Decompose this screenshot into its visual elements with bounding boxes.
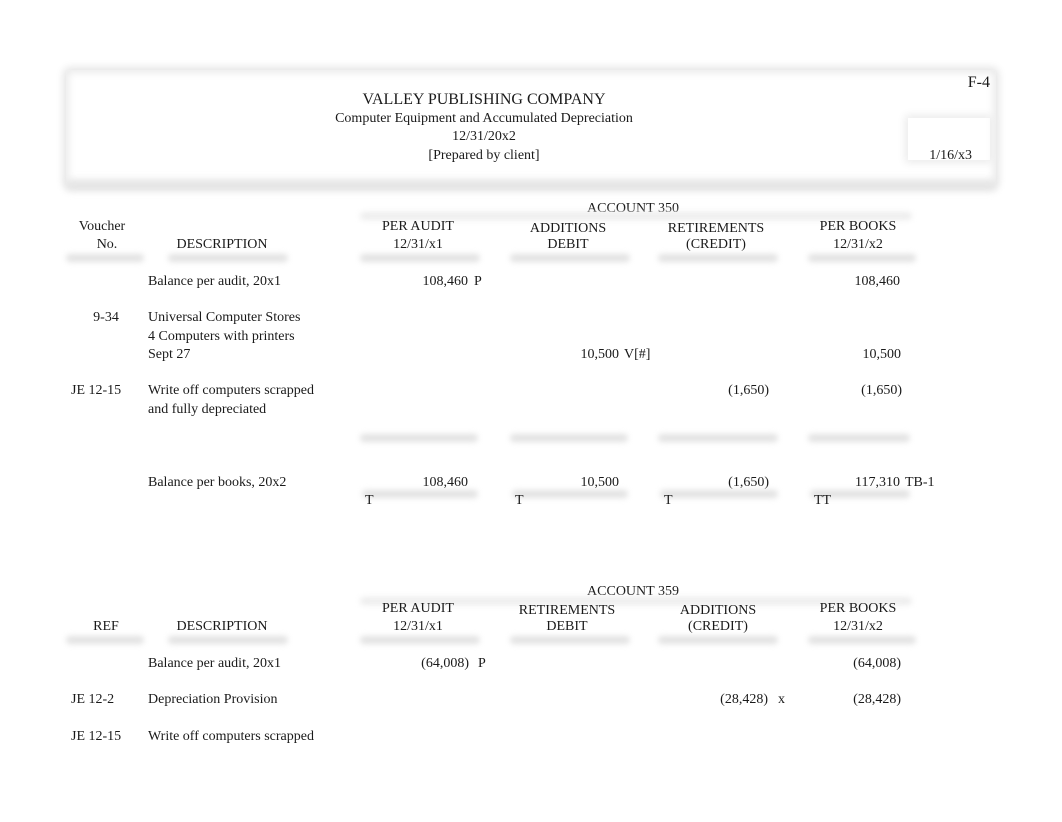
per-audit-value: (64,008) bbox=[421, 656, 469, 671]
col-header-retirements: RETIREMENTS bbox=[518, 603, 616, 618]
per-books-value: 10,500 bbox=[862, 347, 902, 362]
foot-tickmark: T bbox=[365, 493, 374, 508]
column-underline bbox=[808, 636, 916, 644]
row-description: Write off computers scrapped bbox=[148, 729, 314, 744]
total-per-books: 117,310 bbox=[855, 475, 900, 490]
workpaper-subtitle: Computer Equipment and Accumulated Depre… bbox=[335, 111, 633, 126]
col-header-per-books-date: 12/31/x2 bbox=[833, 237, 883, 252]
row-description: Balance per audit, 20x1 bbox=[148, 656, 281, 671]
col-header-per-audit: PER AUDIT bbox=[382, 601, 454, 616]
col-header-description: DESCRIPTION bbox=[176, 619, 268, 634]
col-header-debit: DEBIT bbox=[547, 237, 589, 252]
per-books-value: (28,428) bbox=[853, 692, 901, 707]
column-underline bbox=[360, 254, 480, 262]
row-ref: JE 12-15 bbox=[71, 383, 122, 398]
retirements-value: (1,650) bbox=[728, 383, 769, 398]
total-underline bbox=[512, 490, 628, 498]
per-books-value: (1,650) bbox=[861, 383, 902, 398]
col-header-per-books-date: 12/31/x2 bbox=[833, 619, 883, 634]
additions-value: (28,428) bbox=[720, 692, 768, 707]
per-audit-value: 108,460 bbox=[422, 274, 469, 289]
row-ref: JE 12-15 bbox=[71, 729, 122, 744]
col-header-ref: REF bbox=[93, 619, 119, 634]
foot-tickmark: T bbox=[515, 493, 524, 508]
col-header-description: DESCRIPTION bbox=[176, 237, 268, 252]
total-underline bbox=[660, 490, 778, 498]
tickmark: x bbox=[778, 692, 785, 707]
column-underline bbox=[658, 636, 778, 644]
per-books-value: (64,008) bbox=[853, 656, 901, 671]
col-header-retirements: RETIREMENTS bbox=[667, 221, 765, 236]
foot-tickmark: T bbox=[664, 493, 673, 508]
column-underline bbox=[168, 636, 288, 644]
workpaper-reference: F-4 bbox=[967, 74, 990, 91]
subtotal-underline bbox=[360, 434, 478, 442]
tickmark: V[#] bbox=[624, 347, 651, 362]
per-books-value: 108,460 bbox=[854, 274, 901, 289]
col-header-credit: (CREDIT) bbox=[686, 237, 746, 252]
col-header-credit: (CREDIT) bbox=[688, 619, 748, 634]
col-header-voucher-no: No. bbox=[96, 237, 118, 252]
workpaper-header-box bbox=[66, 70, 996, 186]
total-underline bbox=[362, 490, 478, 498]
row-description: 4 Computers with printers bbox=[148, 329, 295, 344]
col-header-per-books: PER BOOKS bbox=[819, 219, 897, 234]
col-header-per-audit: PER AUDIT bbox=[382, 219, 454, 234]
column-underline bbox=[658, 254, 778, 262]
subtotal-underline bbox=[808, 434, 910, 442]
total-per-audit: 108,460 bbox=[422, 475, 469, 490]
tickmark: P bbox=[474, 274, 482, 289]
col-header-debit: DEBIT bbox=[546, 619, 588, 634]
column-underline bbox=[510, 254, 630, 262]
row-ref: 9-34 bbox=[93, 310, 119, 325]
total-additions: 10,500 bbox=[580, 475, 620, 490]
row-description: Universal Computer Stores bbox=[148, 310, 301, 325]
row-description: Sept 27 bbox=[148, 347, 191, 362]
subtotal-underline bbox=[658, 434, 778, 442]
row-description: and fully depreciated bbox=[148, 402, 267, 417]
column-underline bbox=[360, 636, 480, 644]
col-header-per-audit-date: 12/31/x1 bbox=[393, 237, 443, 252]
row-description: Write off computers scrapped bbox=[148, 383, 314, 398]
additions-value: 10,500 bbox=[580, 347, 620, 362]
col-header-per-audit-date: 12/31/x1 bbox=[393, 619, 443, 634]
column-underline bbox=[66, 254, 144, 262]
review-date: 1/16/x3 bbox=[929, 148, 972, 163]
total-description: Balance per books, 20x2 bbox=[148, 475, 287, 490]
prepared-by: [Prepared by client] bbox=[428, 148, 540, 163]
subtotal-underline bbox=[510, 434, 628, 442]
crossfoot-tickmark: TT bbox=[814, 493, 832, 508]
row-description: Depreciation Provision bbox=[148, 692, 278, 707]
workpaper-date: 12/31/20x2 bbox=[452, 129, 516, 144]
col-header-additions: ADDITIONS bbox=[679, 603, 757, 618]
tickmark: P bbox=[478, 656, 486, 671]
col-header-voucher: Voucher bbox=[78, 219, 126, 234]
row-description: Balance per audit, 20x1 bbox=[148, 274, 281, 289]
column-underline bbox=[168, 254, 288, 262]
company-name: VALLEY PUBLISHING COMPANY bbox=[362, 91, 606, 108]
column-underline bbox=[510, 636, 630, 644]
row-ref: JE 12-2 bbox=[71, 692, 115, 707]
column-underline bbox=[66, 636, 144, 644]
trial-balance-reference: TB-1 bbox=[905, 475, 935, 490]
col-header-additions: ADDITIONS bbox=[529, 221, 607, 236]
col-header-per-books: PER BOOKS bbox=[819, 601, 897, 616]
column-underline bbox=[808, 254, 916, 262]
total-retirements: (1,650) bbox=[728, 475, 769, 490]
